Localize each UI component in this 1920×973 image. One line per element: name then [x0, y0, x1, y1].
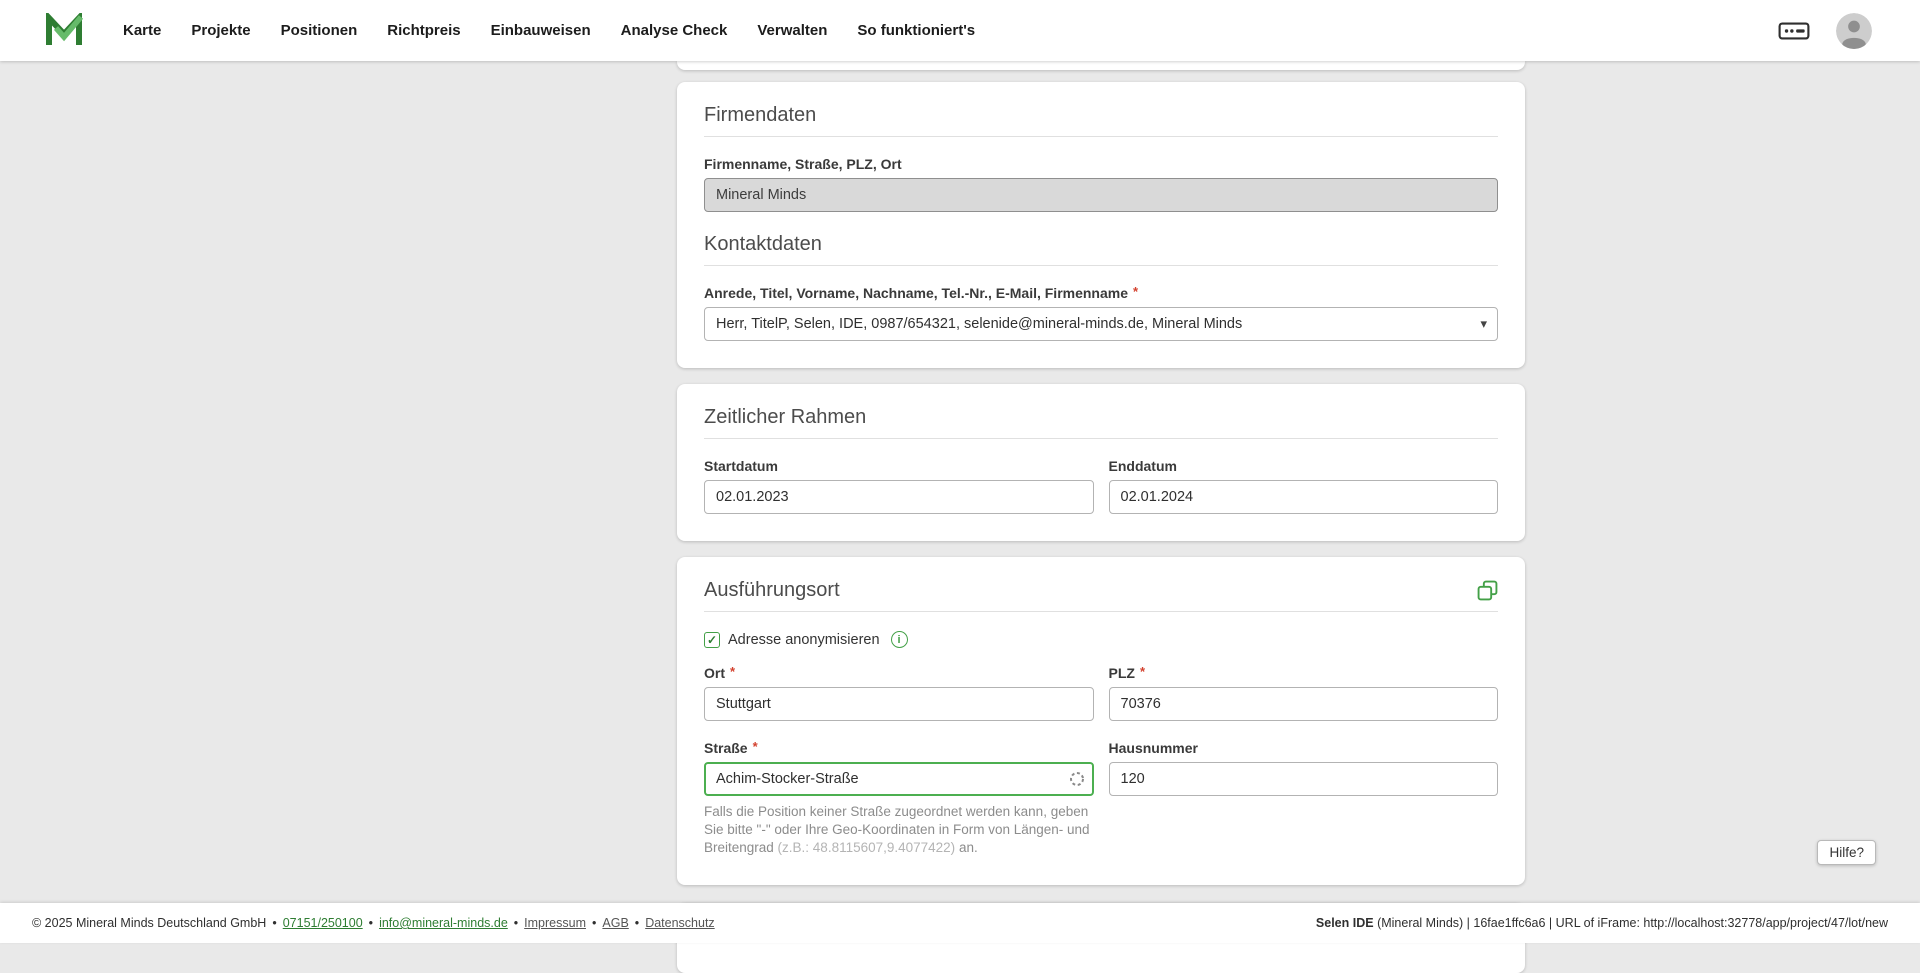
- help-text-part2: an.: [955, 840, 978, 855]
- kontaktdaten-title: Kontaktdaten: [704, 233, 1498, 256]
- separator: •: [514, 916, 518, 930]
- copyright-text: © 2025 Mineral Minds Deutschland GmbH: [32, 916, 266, 930]
- firmendaten-card: Firmendaten Firmenname, Straße, PLZ, Ort…: [677, 82, 1525, 368]
- anonymize-checkbox[interactable]: ✓: [704, 632, 720, 648]
- plz-input[interactable]: [1109, 687, 1499, 721]
- mineral-minds-logo-icon[interactable]: [44, 13, 84, 49]
- nav-item-projekte[interactable]: Projekte: [176, 0, 265, 61]
- user-avatar[interactable]: [1836, 13, 1872, 49]
- divider: [704, 611, 1498, 612]
- nav-item-richtpreis[interactable]: Richtpreis: [372, 0, 475, 61]
- zeitraum-title: Zeitlicher Rahmen: [704, 406, 1498, 429]
- nav-item-positionen[interactable]: Positionen: [266, 0, 373, 61]
- ausfuehrungsort-title: Ausführungsort: [704, 579, 840, 602]
- top-nav: Karte Projekte Positionen Richtpreis Ein…: [0, 0, 1920, 61]
- copy-icon[interactable]: [1477, 580, 1498, 601]
- required-marker: *: [1133, 284, 1138, 299]
- app-info: (Mineral Minds) | 16fae1ffc6a6 | URL of …: [1374, 916, 1888, 930]
- anonymize-label: Adresse anonymisieren: [728, 632, 880, 648]
- footer-datenschutz-link[interactable]: Datenschutz: [645, 916, 714, 930]
- hausnummer-input[interactable]: [1109, 762, 1499, 796]
- kontakt-select-value: Herr, TitelP, Selen, IDE, 0987/654321, s…: [716, 316, 1242, 332]
- separator: •: [369, 916, 373, 930]
- kontakt-select[interactable]: Herr, TitelP, Selen, IDE, 0987/654321, s…: [704, 307, 1498, 341]
- nav-item-einbauweisen[interactable]: Einbauweisen: [476, 0, 606, 61]
- app-name: Selen IDE: [1316, 916, 1374, 930]
- plz-label: PLZ: [1109, 665, 1135, 681]
- debug-info: Selen IDE (Mineral Minds) | 16fae1ffc6a6…: [1316, 916, 1888, 930]
- main-nav: Karte Projekte Positionen Richtpreis Ein…: [108, 0, 990, 61]
- firmendaten-title: Firmendaten: [704, 104, 1498, 127]
- zeitlicher-rahmen-card: Zeitlicher Rahmen Startdatum Enddatum: [677, 384, 1525, 541]
- divider: [704, 265, 1498, 266]
- server-icon[interactable]: [1778, 19, 1810, 43]
- firmenname-input[interactable]: [704, 178, 1498, 212]
- separator: •: [635, 916, 639, 930]
- separator: •: [272, 916, 276, 930]
- nav-item-karte[interactable]: Karte: [108, 0, 176, 61]
- ort-label: Ort: [704, 665, 725, 681]
- nav-item-analyse-check[interactable]: Analyse Check: [606, 0, 743, 61]
- footer-impressum-link[interactable]: Impressum: [524, 916, 586, 930]
- ausfuehrungsort-card: Ausführungsort ✓ Adresse anonymisieren i: [677, 557, 1525, 885]
- enddatum-input[interactable]: [1109, 480, 1499, 514]
- required-marker: *: [730, 664, 735, 679]
- footer-phone-link[interactable]: 07151/250100: [283, 916, 363, 930]
- divider: [704, 136, 1498, 137]
- footer: © 2025 Mineral Minds Deutschland GmbH • …: [0, 903, 1920, 943]
- kontakt-label: Anrede, Titel, Vorname, Nachname, Tel.-N…: [704, 285, 1128, 301]
- enddatum-label: Enddatum: [1109, 458, 1177, 474]
- firmenname-label: Firmenname, Straße, PLZ, Ort: [704, 156, 902, 172]
- strasse-label: Straße: [704, 740, 748, 756]
- strasse-input[interactable]: [704, 762, 1094, 796]
- help-text-coords: (z.B.: 48.8115607,9.4077422): [778, 840, 956, 855]
- main-content: Firmendaten Firmenname, Straße, PLZ, Ort…: [0, 0, 1920, 973]
- nav-item-so-funktionierts[interactable]: So funktioniert's: [842, 0, 990, 61]
- hausnummer-label: Hausnummer: [1109, 740, 1198, 756]
- footer-links: © 2025 Mineral Minds Deutschland GmbH • …: [32, 916, 715, 930]
- required-marker: *: [753, 739, 758, 754]
- divider: [704, 438, 1498, 439]
- startdatum-label: Startdatum: [704, 458, 778, 474]
- help-button[interactable]: Hilfe?: [1817, 840, 1876, 865]
- chevron-down-icon: ▾: [1480, 316, 1487, 332]
- footer-email-link[interactable]: info@mineral-minds.de: [379, 916, 508, 930]
- check-icon: ✓: [707, 633, 717, 647]
- spinner-icon: [1069, 771, 1085, 787]
- separator: •: [592, 916, 596, 930]
- required-marker: *: [1140, 664, 1145, 679]
- startdatum-input[interactable]: [704, 480, 1094, 514]
- footer-agb-link[interactable]: AGB: [602, 916, 628, 930]
- nav-right-actions: [1778, 13, 1872, 49]
- info-icon[interactable]: i: [891, 631, 908, 648]
- previous-card-edge: [677, 61, 1525, 70]
- nav-item-verwalten[interactable]: Verwalten: [742, 0, 842, 61]
- strasse-help-text: Falls die Position keiner Straße zugeord…: [704, 803, 1094, 858]
- info-icon-glyph: i: [898, 634, 901, 646]
- ort-input[interactable]: [704, 687, 1094, 721]
